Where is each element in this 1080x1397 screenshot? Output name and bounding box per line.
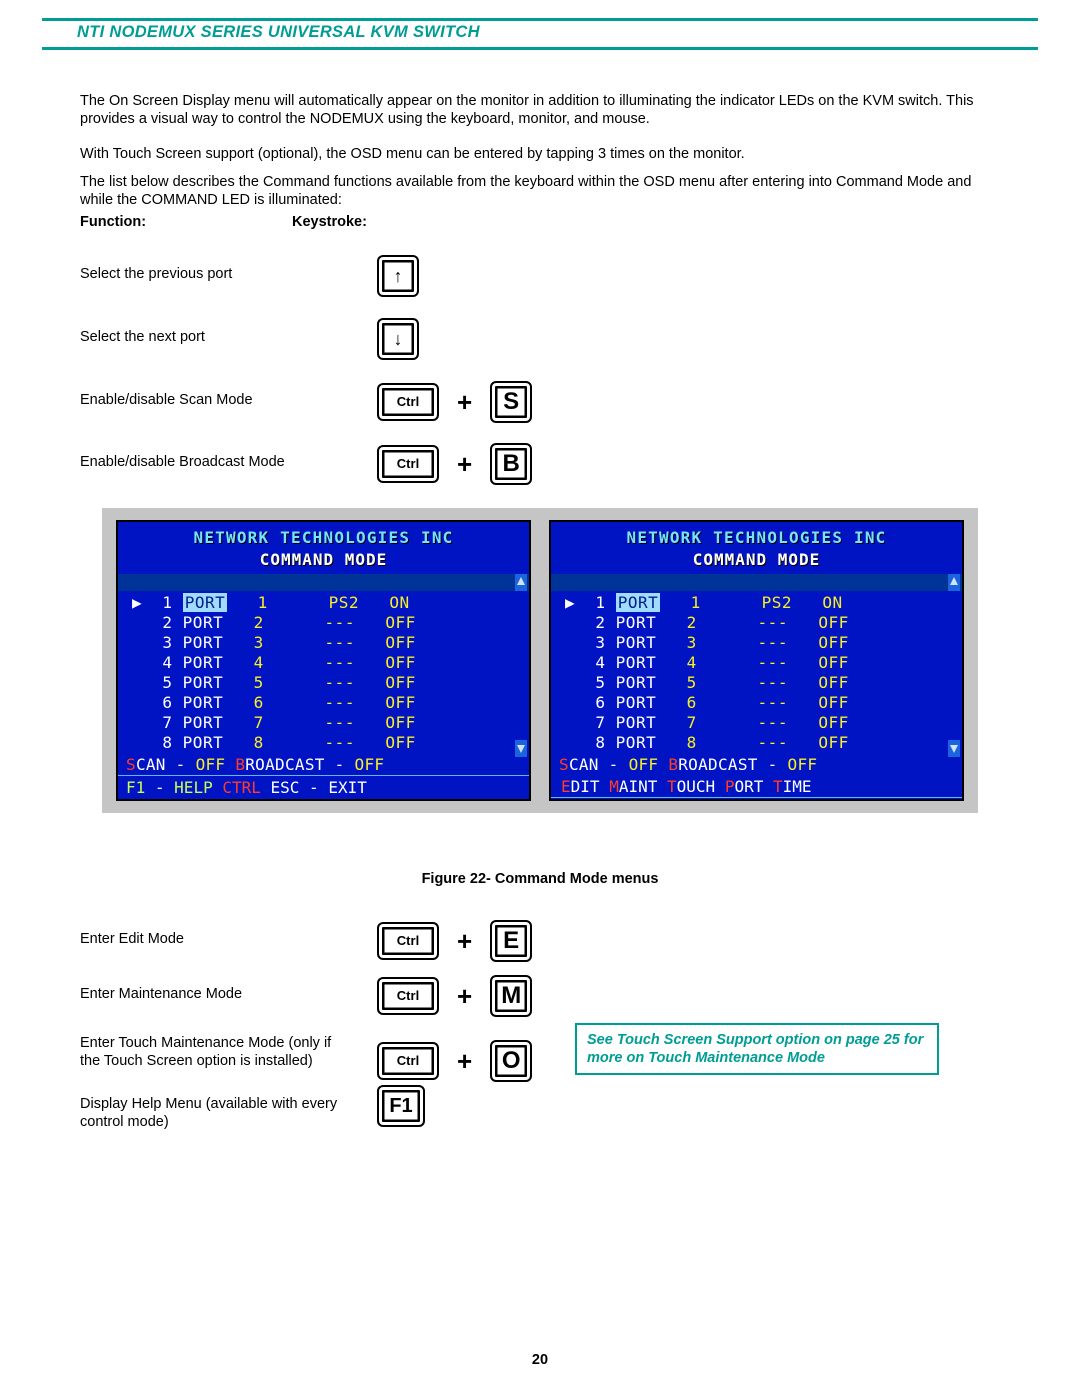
port-row: 6 PORT 6 --- OFF — [565, 693, 962, 713]
port-row: 3 PORT 3 --- OFF — [565, 633, 962, 653]
ctrl-key-icon: Ctrl — [377, 383, 439, 421]
arrow-down-key-icon — [377, 318, 419, 360]
plus-icon: + — [457, 925, 472, 958]
port-row: 6 PORT 6 --- OFF — [132, 693, 529, 713]
port-row: 4 PORT 4 --- OFF — [565, 653, 962, 673]
scroll-down-icon — [515, 740, 527, 757]
func-label: Enable/disable Scan Mode — [80, 391, 335, 409]
osd-menu-row: EDIT MAINT TOUCH PORT TIME — [551, 775, 962, 797]
key-cell: Ctrl + M — [377, 975, 532, 1017]
page-number: 20 — [0, 1351, 1080, 1369]
paragraph-2: With Touch Screen support (optional), th… — [80, 145, 1000, 163]
osd-scrollbar-track — [551, 574, 962, 591]
osd-screenshots: NETWORK TECHNOLOGIES INC COMMAND MODE ▶ … — [102, 508, 978, 813]
port-row: 5 PORT 5 --- OFF — [132, 673, 529, 693]
osd-port-list: ▶ 1 PORT 1 PS2 ON 2 PORT 2 --- OFF 3 POR… — [551, 591, 962, 753]
port-row: ▶ 1 PORT 1 PS2 ON — [565, 593, 962, 613]
scroll-down-icon — [948, 740, 960, 757]
key-cell — [377, 255, 419, 297]
port-row: 7 PORT 7 --- OFF — [132, 713, 529, 733]
osd-subtitle: COMMAND MODE — [551, 550, 962, 574]
osd-screen: NETWORK TECHNOLOGIES INC COMMAND MODE ▶ … — [549, 520, 964, 801]
ctrl-key-icon: Ctrl — [377, 1042, 439, 1080]
func-row: Select the next port — [80, 328, 335, 346]
plus-icon: + — [457, 980, 472, 1013]
letter-key-icon: O — [490, 1040, 532, 1082]
func-label: Enter Edit Mode — [80, 930, 335, 948]
func-row: Enter Maintenance Mode Ctrl + M — [80, 985, 335, 1003]
osd-subtitle: COMMAND MODE — [118, 550, 529, 574]
func-label: Select the previous port — [80, 265, 335, 283]
func-row: Enable/disable Broadcast Mode Ctrl + B — [80, 453, 335, 471]
plus-icon: + — [457, 448, 472, 481]
key-cell — [377, 318, 419, 360]
plus-icon: + — [457, 1045, 472, 1078]
port-row: 3 PORT 3 --- OFF — [132, 633, 529, 653]
touch-screen-note: See Touch Screen Support option on page … — [575, 1023, 939, 1075]
osd-footer: F1 - HELP CTRL ESC - EXIT — [551, 798, 962, 801]
header-function: Function: — [80, 213, 146, 231]
letter-key-icon: S — [490, 381, 532, 423]
func-label: Enter Maintenance Mode — [80, 985, 335, 1003]
func-row: Enter Touch Maintenance Mode (only if th… — [80, 1034, 340, 1070]
letter-key-icon: B — [490, 443, 532, 485]
header-title: NTI NODEMUX SERIES UNIVERSAL KVM SWITCH — [77, 22, 480, 43]
arrow-up-key-icon — [377, 255, 419, 297]
ctrl-key-icon: Ctrl — [377, 977, 439, 1015]
ctrl-key-icon: Ctrl — [377, 922, 439, 960]
key-cell: Ctrl + E — [377, 920, 532, 962]
scroll-up-icon — [948, 574, 960, 591]
osd-footer: F1 - HELP CTRL ESC - EXIT — [118, 776, 529, 801]
osd-title: NETWORK TECHNOLOGIES INC — [551, 522, 962, 550]
plus-icon: + — [457, 386, 472, 419]
func-label: Enter Touch Maintenance Mode (only if th… — [80, 1034, 340, 1070]
port-row: ▶ 1 PORT 1 PS2 ON — [132, 593, 529, 613]
port-row: 2 PORT 2 --- OFF — [132, 613, 529, 633]
letter-key-icon: E — [490, 920, 532, 962]
key-cell: Ctrl + S — [377, 381, 532, 423]
port-row: 5 PORT 5 --- OFF — [565, 673, 962, 693]
port-row: 4 PORT 4 --- OFF — [132, 653, 529, 673]
func-row: Enter Edit Mode Ctrl + E — [80, 930, 335, 948]
func-row: Enable/disable Scan Mode Ctrl + S — [80, 391, 335, 409]
func-label: Display Help Menu (available with every … — [80, 1095, 340, 1131]
osd-scrollbar-track — [118, 574, 529, 591]
func-label: Enable/disable Broadcast Mode — [80, 453, 335, 471]
scroll-up-icon — [515, 574, 527, 591]
osd-title: NETWORK TECHNOLOGIES INC — [118, 522, 529, 550]
osd-scan-line: SCAN - OFF BROADCAST - OFF — [118, 753, 529, 775]
f1-key-icon: F1 — [377, 1085, 425, 1127]
paragraph-1: The On Screen Display menu will automati… — [80, 92, 1000, 128]
func-label: Select the next port — [80, 328, 335, 346]
port-row: 8 PORT 8 --- OFF — [565, 733, 962, 753]
func-row: Select the previous port — [80, 265, 335, 283]
document-page: NTI NODEMUX SERIES UNIVERSAL KVM SWITCH … — [0, 0, 1080, 1397]
ctrl-key-icon: Ctrl — [377, 445, 439, 483]
figure-caption: Figure 22- Command Mode menus — [0, 870, 1080, 888]
key-cell: Ctrl + O — [377, 1040, 532, 1082]
osd-port-list: ▶ 1 PORT 1 PS2 ON 2 PORT 2 --- OFF 3 POR… — [118, 591, 529, 753]
paragraph-3: The list below describes the Command fun… — [80, 173, 1000, 209]
letter-key-icon: M — [490, 975, 532, 1017]
osd-screen: NETWORK TECHNOLOGIES INC COMMAND MODE ▶ … — [116, 520, 531, 801]
key-cell: Ctrl + B — [377, 443, 532, 485]
func-row: Display Help Menu (available with every … — [80, 1095, 340, 1131]
port-row: 7 PORT 7 --- OFF — [565, 713, 962, 733]
header-keystroke: Keystroke: — [292, 213, 367, 231]
key-cell: F1 — [377, 1085, 425, 1127]
osd-scan-line: SCAN - OFF BROADCAST - OFF — [551, 753, 962, 775]
port-row: 8 PORT 8 --- OFF — [132, 733, 529, 753]
port-row: 2 PORT 2 --- OFF — [565, 613, 962, 633]
